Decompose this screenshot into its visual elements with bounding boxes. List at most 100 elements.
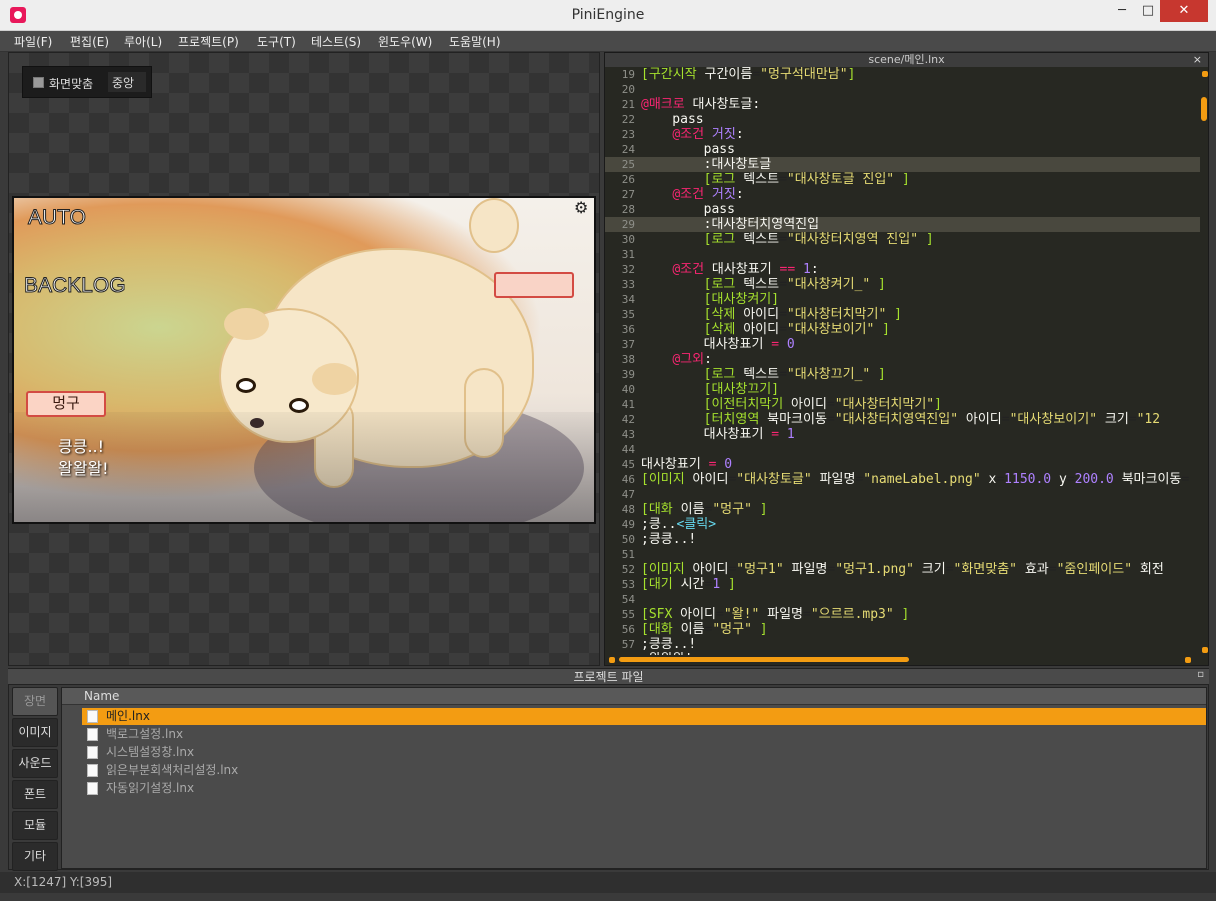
code-line: 34 [대사창켜기] xyxy=(621,292,780,307)
code-line: 57 ;킁킁..! xyxy=(621,637,697,652)
horizontal-scroll-thumb[interactable] xyxy=(619,657,909,662)
code-line: 50 ;킁킁..! xyxy=(621,532,697,547)
project-panel-title: 프로젝트 파일 xyxy=(8,668,1209,684)
scroll-right-arrow-icon[interactable] xyxy=(1185,657,1191,663)
code-line: 47 xyxy=(621,488,635,501)
dialog-text: 킁킁..! 왈왈왈! xyxy=(58,436,109,480)
code-line: 44 xyxy=(621,443,635,456)
code-line: 24 pass xyxy=(621,142,735,157)
file-name: 자동읽기설정.lnx xyxy=(106,781,195,795)
dog-eye xyxy=(289,398,309,413)
file-item[interactable]: 자동읽기설정.lnx xyxy=(82,780,1206,797)
window-title: PiniEngine xyxy=(571,7,645,23)
code-line: 25 :대사창토글 xyxy=(605,157,1200,172)
cursor-coordinates: X:[1247] Y:[395] xyxy=(14,875,113,889)
code-line: 48 [대화 이름="멍구" ] xyxy=(621,502,768,517)
code-line: 46 [이미지 아이디="대사창토글" 파일명="nameLabel.png" x… xyxy=(621,472,1190,487)
menu-edit[interactable]: 편집(E) xyxy=(70,33,109,50)
code-line: 55 [SFX 아이디="왈!" 파일명="으르르.mp3" ] xyxy=(621,607,910,622)
menu-project[interactable]: 프로젝트(P) xyxy=(178,33,239,50)
code-line: 37 대사창표기 = 0 xyxy=(621,337,795,352)
vertical-scrollbar[interactable] xyxy=(1200,67,1208,655)
category-font-button[interactable]: 폰트 xyxy=(12,780,58,809)
fit-screen-checkbox[interactable] xyxy=(33,77,44,88)
code-line: 40 [대사창끄기] xyxy=(621,382,780,397)
scroll-left-arrow-icon[interactable] xyxy=(609,657,615,663)
file-item[interactable]: 시스템설정창.lnx xyxy=(82,744,1206,761)
menu-bar: 파일(F) 편집(E) 루아(L) 프로젝트(P) 도구(T) 테스트(S) 윈… xyxy=(0,31,1216,52)
file-list: Name 메인.lnx 백로그설정.lnx 시스템설정창.lnx 읽은부분회색처… xyxy=(61,687,1207,869)
file-name: 시스템설정창.lnx xyxy=(106,745,195,759)
code-line: 29 :대사창터치영역진입 xyxy=(605,217,1200,232)
scroll-up-arrow-icon[interactable] xyxy=(1202,71,1208,77)
maximize-button[interactable]: □ xyxy=(1134,0,1162,22)
project-panel-title-text: 프로젝트 파일 xyxy=(573,670,644,684)
file-name: 메인.lnx xyxy=(106,709,150,723)
file-icon xyxy=(87,710,98,723)
code-line: 45 대사창표기 = 0 xyxy=(621,457,733,472)
category-image-button[interactable]: 이미지 xyxy=(12,718,58,747)
code-line: 56 [대화 이름="멍구" ] xyxy=(621,622,768,637)
status-bar: X:[1247] Y:[395] xyxy=(0,872,1216,893)
code-line: 54 xyxy=(621,593,635,606)
category-etc-button[interactable]: 기타 xyxy=(12,842,58,871)
file-item[interactable]: 읽은부분회색처리설정.lnx xyxy=(82,762,1206,779)
preview-panel: 화면맞춤 중앙 AUTO BACKLOG ⚙ 멍구 킁킁..! 왈왈왈! xyxy=(8,52,600,666)
menu-help[interactable]: 도움말(H) xyxy=(449,33,501,50)
file-name: 읽은부분회색처리설정.lnx xyxy=(106,763,239,777)
code-line: 33 [로그 텍스트="대사창켜기_" ] xyxy=(621,277,886,292)
auto-button[interactable]: AUTO xyxy=(28,206,87,230)
editor-tab[interactable]: scene/메인.lnx × xyxy=(605,53,1208,67)
file-item[interactable]: 백로그설정.lnx xyxy=(82,726,1206,743)
code-area[interactable]: 19 [구간시작 구간이름="멍구석대만남"] 20 21 @매크로 대사창토글: … xyxy=(605,67,1200,655)
code-line: 19 [구간시작 구간이름="멍구석대만남"] xyxy=(621,67,856,82)
menu-file[interactable]: 파일(F) xyxy=(14,33,52,50)
code-editor[interactable]: scene/메인.lnx × 19 [구간시작 구간이름="멍구석대만남"] 20… xyxy=(604,52,1209,666)
code-line: 21 @매크로 대사창토글: xyxy=(621,97,761,112)
dialog-line: 왈왈왈! xyxy=(58,459,109,478)
code-line: 41 [이전터치막기 아이디="대사창터치막기"] xyxy=(621,397,942,412)
code-line: 42 [터치영역 북마크이동="대사창터치영역진입" 아이디="대사창보이기" … xyxy=(621,412,1161,427)
vertical-scroll-thumb[interactable] xyxy=(1201,97,1207,121)
code-line: 39 [로그 텍스트="대사창끄기_" ] xyxy=(621,367,886,382)
code-line: 51 xyxy=(621,548,635,561)
preview-options: 화면맞춤 중앙 xyxy=(22,66,152,98)
project-panel: 장면 이미지 사운드 폰트 모듈 기타 Name 메인.lnx 백로그설정.ln… xyxy=(8,684,1209,871)
category-sound-button[interactable]: 사운드 xyxy=(12,749,58,778)
speaker-name: 멍구 xyxy=(26,391,106,417)
close-button[interactable]: ✕ xyxy=(1160,0,1208,22)
close-icon[interactable]: × xyxy=(1193,53,1202,67)
scroll-down-arrow-icon[interactable] xyxy=(1202,647,1208,653)
align-dropdown[interactable]: 중앙 xyxy=(108,72,146,92)
code-line: 27 @조건 거짓: xyxy=(621,187,744,202)
file-name: 백로그설정.lnx xyxy=(106,727,184,741)
dock-icon[interactable]: ▫ xyxy=(1197,669,1204,680)
menu-window[interactable]: 윈도우(W) xyxy=(378,33,432,50)
code-line: 49 ;킁..<클릭> xyxy=(621,517,717,532)
fit-screen-label: 화면맞춤 xyxy=(49,77,94,91)
game-scene[interactable]: AUTO BACKLOG ⚙ 멍구 킁킁..! 왈왈왈! xyxy=(12,196,596,524)
file-icon xyxy=(87,746,98,759)
code-line: 35 [삭제 아이디="대사창터치막기" ] xyxy=(621,307,902,322)
minimize-button[interactable]: ─ xyxy=(1108,0,1136,22)
dog-ear xyxy=(312,363,357,395)
menu-test[interactable]: 테스트(S) xyxy=(311,33,361,50)
column-header-name[interactable]: Name xyxy=(62,688,1206,705)
dog-ear xyxy=(224,308,269,340)
editor-tab-title: scene/메인.lnx xyxy=(868,53,945,66)
file-item[interactable]: 메인.lnx xyxy=(82,708,1206,725)
file-icon xyxy=(87,764,98,777)
code-line: 43 대사창표기 = 1 xyxy=(621,427,795,442)
gear-icon[interactable]: ⚙ xyxy=(574,200,590,216)
backlog-button[interactable]: BACKLOG xyxy=(24,274,127,298)
code-line: 23 @조건 거짓: xyxy=(621,127,744,142)
code-line: 36 [삭제 아이디="대사창보이기" ] xyxy=(621,322,890,337)
menu-tools[interactable]: 도구(T) xyxy=(257,33,296,50)
code-line: 26 [로그 텍스트="대사창토글 진입" ] xyxy=(621,172,910,187)
file-icon xyxy=(87,782,98,795)
menu-lua[interactable]: 루아(L) xyxy=(124,33,162,50)
code-line: 32 @조건 대사창표기 == 1: xyxy=(621,262,819,277)
category-scene-button[interactable]: 장면 xyxy=(12,687,58,716)
dog-eye xyxy=(236,378,256,393)
category-module-button[interactable]: 모듈 xyxy=(12,811,58,840)
